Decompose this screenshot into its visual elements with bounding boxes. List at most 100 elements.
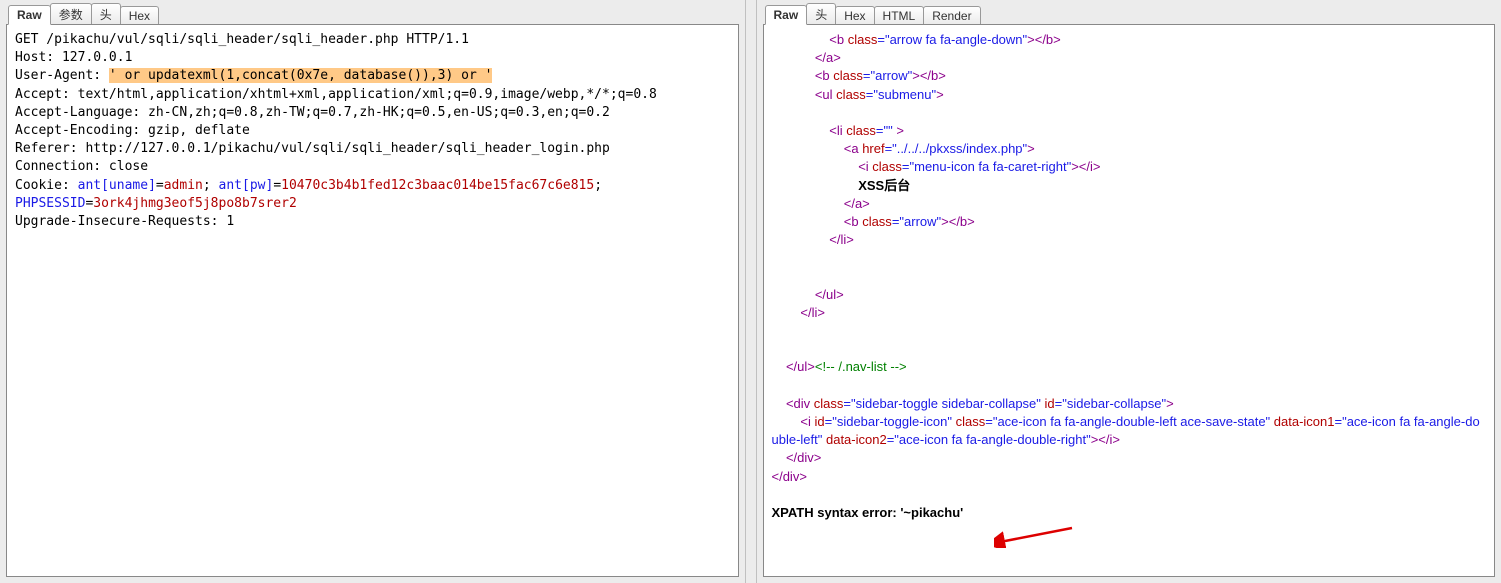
tag: </li> — [800, 305, 825, 320]
tag: <a — [844, 141, 859, 156]
attr: data-icon1 — [1270, 414, 1334, 429]
sep: ; — [203, 178, 219, 193]
tag: > — [893, 123, 904, 138]
cookie-val-1: admin — [164, 178, 203, 193]
request-text-area[interactable]: GET /pikachu/vul/sqli/sqli_header/sqli_h… — [7, 25, 738, 576]
tab-params[interactable]: 参数 — [50, 3, 92, 25]
response-text-area[interactable]: <b class="arrow fa fa-angle-down"></b> <… — [764, 25, 1495, 576]
tag: ></b> — [941, 214, 975, 229]
tag: <i — [800, 414, 810, 429]
tag: > — [1027, 141, 1035, 156]
host-val: 127.0.0.1 — [54, 50, 132, 65]
xpath-error: XPATH syntax error: '~pikachu' — [772, 505, 964, 520]
attr: class — [859, 214, 892, 229]
attr: id — [1041, 396, 1055, 411]
tab-html-resp[interactable]: HTML — [874, 6, 925, 25]
tag: > — [1166, 396, 1174, 411]
connection-label: Connection: — [15, 159, 101, 174]
accept-enc-val: gzip, deflate — [140, 123, 250, 138]
request-line: GET /pikachu/vul/sqli/sqli_header/sqli_h… — [15, 32, 469, 47]
cookie-val-3: 3ork4jhmg3eof5j8po8b7srer2 — [93, 196, 297, 211]
tag: > — [936, 87, 944, 102]
tag: </a> — [844, 196, 870, 211]
cookie-key-1: ant[uname] — [70, 178, 156, 193]
tag: <i — [858, 159, 868, 174]
ua-space — [101, 68, 109, 83]
tag: <div — [786, 396, 810, 411]
tab-hex[interactable]: Hex — [120, 6, 159, 25]
attr: class — [833, 87, 866, 102]
request-content: GET /pikachu/vul/sqli/sqli_header/sqli_h… — [6, 24, 739, 577]
tag: <b — [815, 68, 830, 83]
tab-render-resp[interactable]: Render — [923, 6, 980, 25]
tag: </li> — [829, 232, 854, 247]
tag: ></b> — [1027, 32, 1061, 47]
cookie-key-2: ant[pw] — [219, 178, 274, 193]
pane-divider[interactable] — [745, 0, 757, 583]
accept-lang-val: zh-CN,zh;q=0.8,zh-TW;q=0.7,zh-HK;q=0.5,e… — [140, 105, 610, 120]
tag: </ul> — [815, 287, 844, 302]
attrv: ="sidebar-collapse" — [1055, 396, 1166, 411]
annotation-arrow-icon — [994, 524, 1074, 548]
accept-enc-label: Accept-Encoding: — [15, 123, 140, 138]
tag: </div> — [786, 450, 821, 465]
split-container: Raw 参数 头 Hex GET /pikachu/vul/sqli/sqli_… — [0, 0, 1501, 583]
host-label: Host: — [15, 50, 54, 65]
comment: <!-- /.nav-list --> — [815, 359, 907, 374]
tag: ></i> — [1091, 432, 1120, 447]
attrv: ="arrow" — [863, 68, 912, 83]
uir-val: 1 — [219, 214, 235, 229]
attrv: ="arrow" — [892, 214, 941, 229]
tag: </div> — [772, 469, 807, 484]
referer-label: Referer: — [15, 141, 78, 156]
accept-label: Accept: — [15, 87, 70, 102]
attr: class — [869, 159, 902, 174]
attrv: ="sidebar-toggle sidebar-collapse" — [843, 396, 1040, 411]
attrv: ="../../../pkxss/index.php" — [885, 141, 1028, 156]
tag: ></i> — [1071, 159, 1100, 174]
text-node: XSS后台 — [858, 178, 910, 193]
tag: <b — [844, 214, 859, 229]
tag: ></b> — [912, 68, 946, 83]
cookie-val-2: 10470c3b4b1fed12c3baac014be15fac67c6e815 — [281, 178, 594, 193]
tag: <b — [829, 32, 844, 47]
accept-lang-label: Accept-Language: — [15, 105, 140, 120]
sep: ; — [594, 178, 610, 193]
attrv: ="ace-icon fa fa-angle-double-right" — [887, 432, 1091, 447]
attr: class — [844, 32, 877, 47]
tab-headers-resp[interactable]: 头 — [806, 3, 836, 25]
tab-raw[interactable]: Raw — [8, 5, 51, 25]
attrv: ="sidebar-toggle-icon" — [825, 414, 952, 429]
accept-val: text/html,application/xhtml+xml,applicat… — [70, 87, 657, 102]
tag: </ul> — [786, 359, 815, 374]
cookie-key-3: PHPSESSID — [15, 196, 85, 211]
eq: = — [273, 178, 281, 193]
ua-injection: ' or updatexml(1,concat(0x7e, database()… — [109, 68, 493, 83]
tab-hex-resp[interactable]: Hex — [835, 6, 874, 25]
attr: data-icon2 — [822, 432, 886, 447]
referer-val: http://127.0.0.1/pikachu/vul/sqli/sqli_h… — [78, 141, 610, 156]
response-tabbar: Raw 头 Hex HTML Render — [757, 0, 1501, 24]
attrv: ="ace-icon fa fa-angle-double-left ace-s… — [985, 414, 1270, 429]
tag: <ul — [815, 87, 833, 102]
attrv: ="" — [876, 123, 893, 138]
tag: </a> — [815, 50, 841, 65]
ua-label: User-Agent: — [15, 68, 101, 83]
connection-val: close — [101, 159, 148, 174]
attr: class — [830, 68, 863, 83]
tag: <li — [829, 123, 842, 138]
attr: class — [952, 414, 985, 429]
response-content: <b class="arrow fa fa-angle-down"></b> <… — [763, 24, 1496, 577]
request-tabbar: Raw 参数 头 Hex — [0, 0, 745, 24]
uir-label: Upgrade-Insecure-Requests: — [15, 214, 219, 229]
tab-raw-resp[interactable]: Raw — [765, 5, 808, 25]
eq: = — [156, 178, 164, 193]
request-pane: Raw 参数 头 Hex GET /pikachu/vul/sqli/sqli_… — [0, 0, 745, 583]
attrv: ="submenu" — [866, 87, 936, 102]
tab-headers[interactable]: 头 — [91, 3, 121, 25]
attr: class — [810, 396, 843, 411]
cookie-label: Cookie: — [15, 178, 70, 193]
attr: class — [843, 123, 876, 138]
attrv: ="menu-icon fa fa-caret-right" — [902, 159, 1071, 174]
attr: id — [811, 414, 825, 429]
